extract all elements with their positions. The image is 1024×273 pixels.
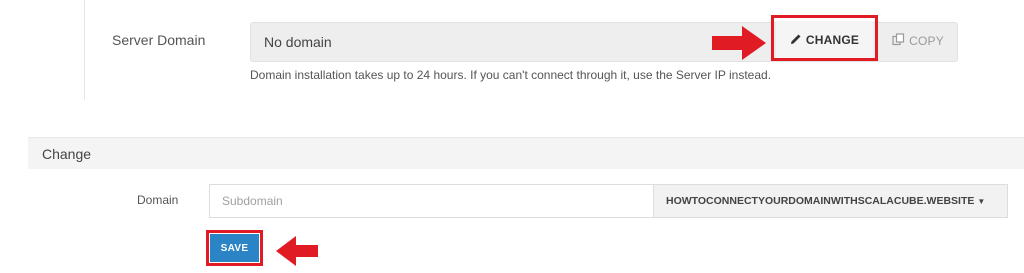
server-domain-value: No domain (264, 34, 332, 50)
arrow-right-icon (712, 26, 766, 60)
pencil-icon (790, 33, 802, 48)
copy-icon (892, 33, 905, 49)
section-divider (84, 0, 85, 100)
domain-select-dropdown[interactable]: HOWTOCONNECTYOURDOMAINWITHSCALACUBE.WEBS… (653, 184, 1008, 218)
domain-help-text: Domain installation takes up to 24 hours… (250, 68, 772, 82)
domain-select-value: HOWTOCONNECTYOURDOMAINWITHSCALACUBE.WEBS… (666, 195, 975, 207)
change-button-label: CHANGE (805, 33, 860, 47)
subdomain-input[interactable] (209, 184, 653, 218)
change-panel-header: Change (28, 137, 1024, 169)
change-button[interactable]: CHANGE (776, 21, 873, 59)
copy-button-label: COPY (909, 34, 944, 48)
arrow-left-icon (276, 236, 318, 266)
server-domain-label: Server Domain (112, 32, 206, 48)
domain-label: Domain (137, 193, 179, 207)
change-panel-title: Change (42, 146, 92, 162)
caret-down-icon: ▼ (977, 196, 986, 206)
save-button[interactable]: SAVE (210, 234, 259, 262)
copy-button[interactable]: COPY (880, 23, 956, 59)
